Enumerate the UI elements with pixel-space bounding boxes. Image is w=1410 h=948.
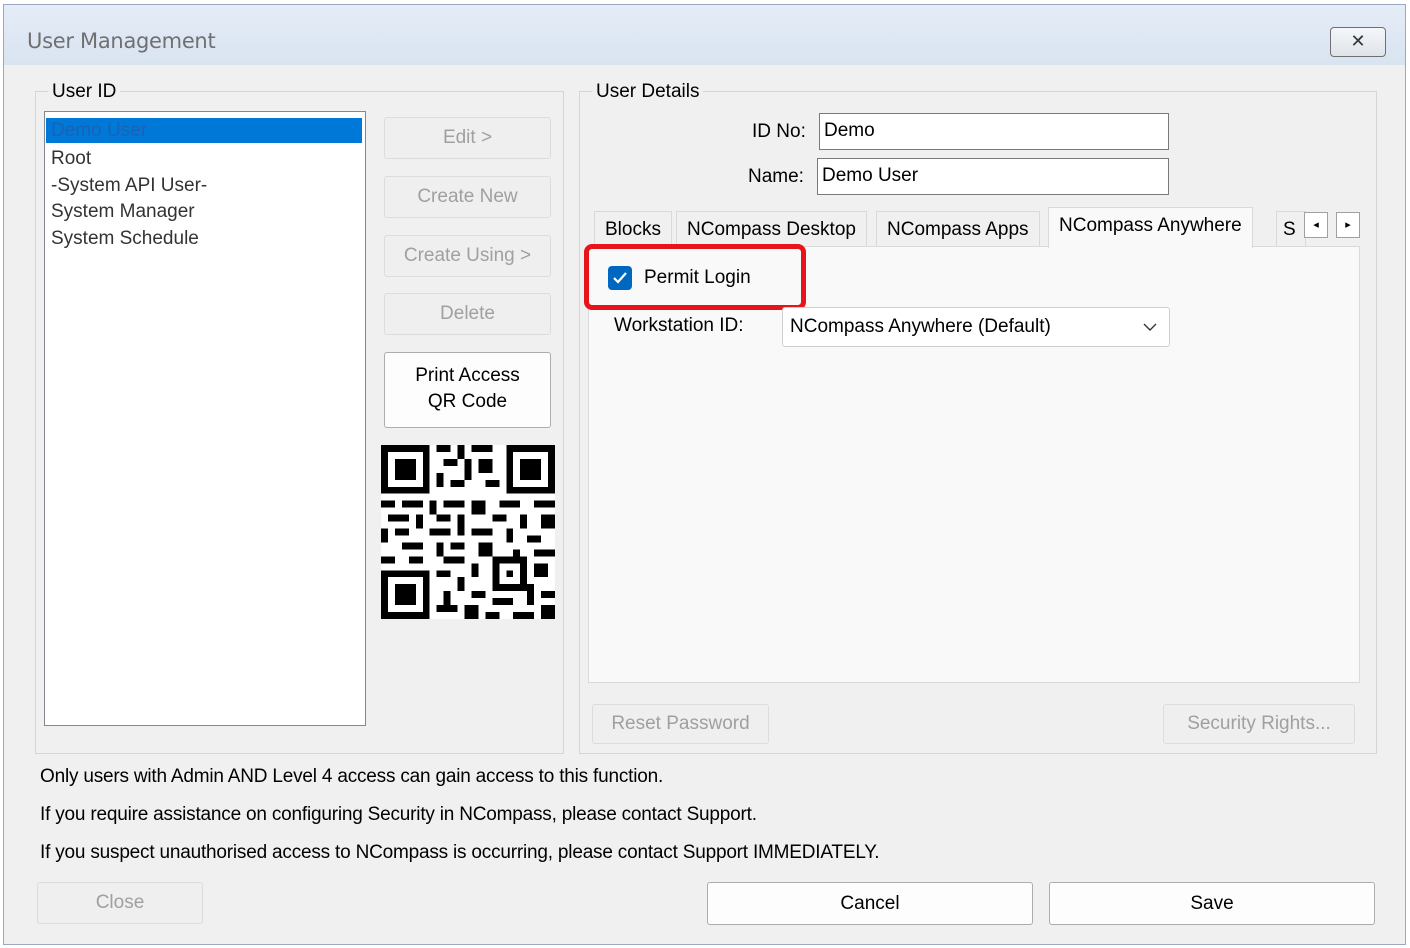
info-text-line1: Only users with Admin AND Level 4 access… bbox=[40, 766, 664, 787]
id-no-label: ID No: bbox=[752, 121, 806, 142]
print-qr-label-line2: QR Code bbox=[427, 391, 508, 412]
user-list-item[interactable]: -System API User- bbox=[51, 173, 207, 198]
chevron-down-icon bbox=[1143, 323, 1157, 331]
user-list-item-selected[interactable]: Demo User bbox=[46, 118, 362, 143]
tab-blocks[interactable]: Blocks bbox=[594, 211, 672, 247]
info-text-line2: If you require assistance on configuring… bbox=[40, 804, 757, 825]
user-id-legend: User ID bbox=[48, 81, 121, 103]
id-no-field[interactable]: Demo bbox=[819, 113, 1169, 150]
tab-scroll-right-button[interactable]: ▸ bbox=[1336, 212, 1360, 238]
window-title: User Management bbox=[27, 29, 216, 53]
window-close-button[interactable]: ✕ bbox=[1330, 27, 1386, 57]
security-rights-button[interactable]: Security Rights... bbox=[1163, 704, 1355, 744]
info-text-line3: If you suspect unauthorised access to NC… bbox=[40, 842, 880, 863]
close-button[interactable]: Close bbox=[37, 882, 203, 924]
create-using-button[interactable]: Create Using > bbox=[384, 235, 551, 277]
workstation-id-label: Workstation ID: bbox=[614, 315, 744, 336]
highlight-annotation-box bbox=[584, 244, 806, 310]
caret-left-icon: ◂ bbox=[1313, 219, 1319, 231]
tab-ncompass-desktop[interactable]: NCompass Desktop bbox=[676, 211, 867, 247]
tab-scroll-left-button[interactable]: ◂ bbox=[1304, 212, 1328, 238]
tab-s-truncated[interactable]: S bbox=[1276, 211, 1306, 247]
name-label: Name: bbox=[748, 166, 804, 187]
workstation-id-value: NCompass Anywhere (Default) bbox=[790, 316, 1051, 337]
delete-button[interactable]: Delete bbox=[384, 293, 551, 335]
user-list-item[interactable]: Root bbox=[51, 146, 91, 171]
print-qr-label-line1: Print Access bbox=[415, 365, 520, 386]
user-list-item[interactable]: System Manager bbox=[51, 199, 195, 224]
edit-button[interactable]: Edit > bbox=[384, 117, 551, 159]
user-details-tabs: Blocks NCompass Desktop NCompass Apps NC… bbox=[588, 207, 1360, 248]
create-new-button[interactable]: Create New bbox=[384, 176, 551, 218]
tab-ncompass-apps[interactable]: NCompass Apps bbox=[876, 211, 1040, 247]
workstation-id-select[interactable]: NCompass Anywhere (Default) bbox=[782, 307, 1170, 347]
reset-password-button[interactable]: Reset Password bbox=[592, 704, 769, 744]
user-list[interactable]: Demo User Root -System API User- System … bbox=[44, 111, 366, 726]
user-list-item[interactable]: System Schedule bbox=[51, 226, 199, 251]
name-field[interactable]: Demo User bbox=[817, 158, 1169, 195]
cancel-button[interactable]: Cancel bbox=[707, 882, 1033, 925]
user-details-legend: User Details bbox=[592, 81, 704, 103]
save-button[interactable]: Save bbox=[1049, 882, 1375, 925]
close-icon: ✕ bbox=[1350, 31, 1366, 51]
caret-right-icon: ▸ bbox=[1345, 219, 1351, 231]
print-access-qr-button[interactable]: Print Access QR Code bbox=[384, 352, 551, 428]
access-qr-code bbox=[381, 445, 555, 619]
tab-ncompass-anywhere[interactable]: NCompass Anywhere bbox=[1048, 207, 1253, 248]
title-bar: User Management ✕ bbox=[4, 5, 1405, 65]
